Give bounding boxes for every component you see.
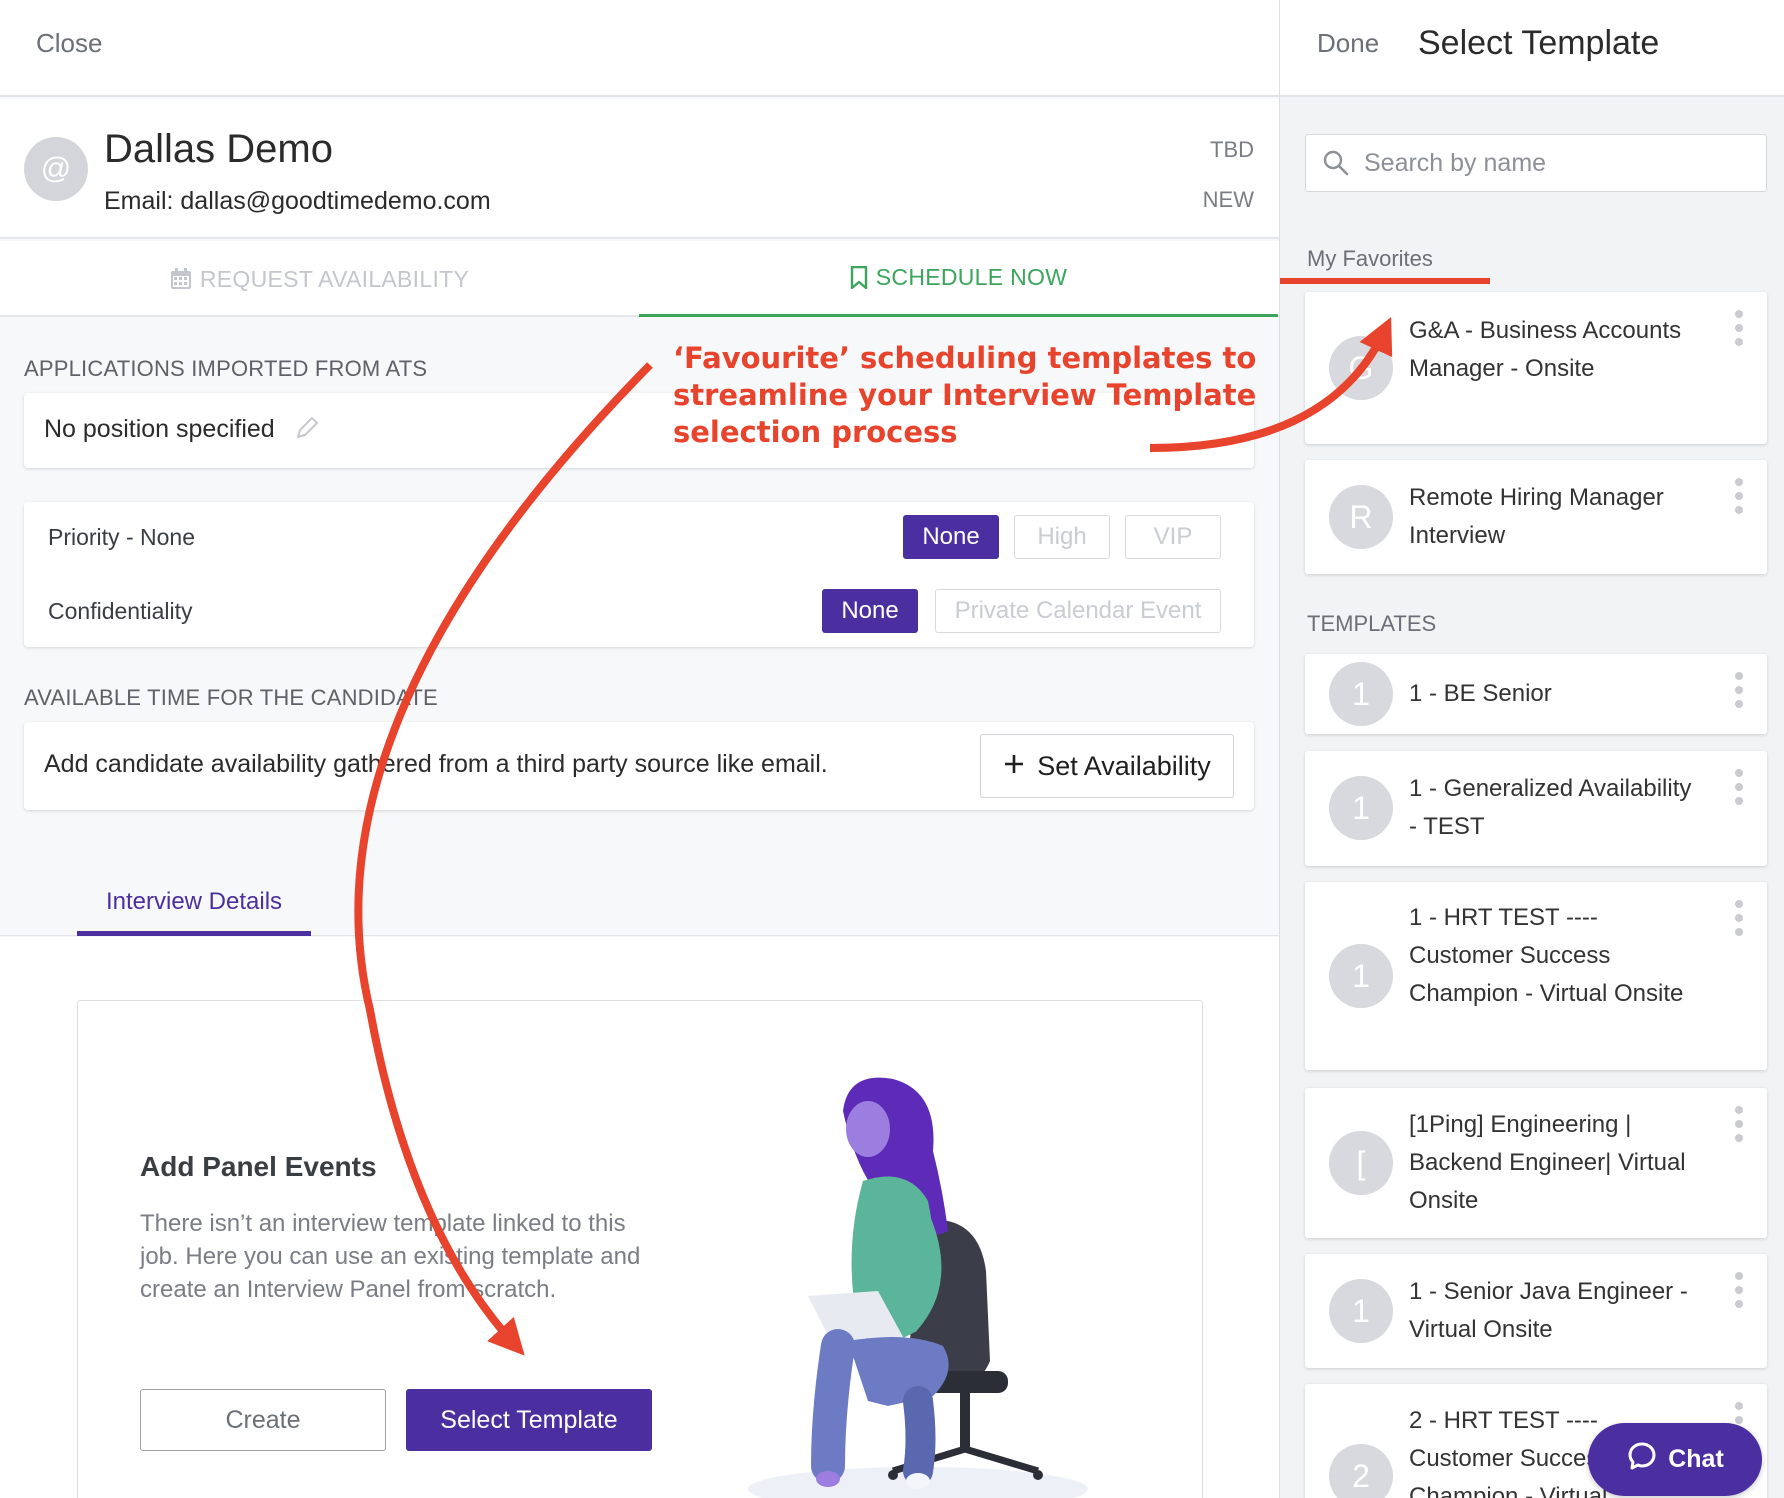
create-button[interactable]: Create [140,1389,386,1451]
kebab-menu-icon[interactable] [1733,478,1745,520]
tab-interview-details[interactable]: Interview Details [77,862,311,936]
priority-high-button[interactable]: High [1014,515,1110,559]
interview-tabs: Interview Details [0,862,1279,936]
panel-title: Add Panel Events [140,1151,377,1182]
template-name: 1 - Senior Java Engineer - Virtual Onsit… [1409,1278,1688,1343]
template-card[interactable]: 1 1 - BE Senior [1305,654,1767,734]
template-name: 1 - BE Senior [1409,680,1552,707]
confidentiality-none-button[interactable]: None [822,589,918,633]
template-card[interactable]: 1 1 - Generalized Availability - TEST [1305,751,1767,866]
template-name: Remote Hiring Manager Interview [1409,484,1664,549]
template-avatar: 1 [1329,662,1393,726]
chat-bubble-icon [1626,1440,1658,1479]
woman-with-laptop-illustration [748,1077,1088,1498]
availability-heading: AVAILABLE TIME FOR THE CANDIDATE [24,685,438,710]
candidate-status: NEW [1202,187,1254,212]
panel-description: There isn’t an interview template linked… [140,1210,641,1303]
tab-request-label: REQUEST AVAILABILITY [199,265,470,292]
template-card[interactable]: 1 1 - HRT TEST ---- Customer Success Cha… [1305,882,1767,1070]
template-card[interactable]: 1 1 - Senior Java Engineer - Virtual Ons… [1305,1254,1767,1368]
mode-tabs: REQUEST AVAILABILITY SCHEDULE NOW [0,241,1279,317]
plus-icon [1003,751,1025,782]
my-favorites-heading: My Favorites [1307,246,1433,271]
kebab-menu-icon[interactable] [1733,769,1745,811]
pencil-icon[interactable] [294,415,320,446]
template-picker-pane: Done Select Template My Favorites G G&A … [1279,0,1784,1498]
template-avatar: G [1329,336,1393,400]
tab-schedule-label: SCHEDULE NOW [875,264,1068,290]
priority-label: Priority - None [48,524,195,550]
top-bar: Close [0,0,1279,97]
search-input[interactable] [1364,143,1754,183]
template-name: [1Ping] Engineering | Backend Engineer| … [1409,1111,1686,1214]
applications-heading: APPLICATIONS IMPORTED FROM ATS [24,356,428,381]
set-availability-label: Set Availability [1037,750,1211,781]
template-avatar: R [1329,485,1393,549]
candidate-name: Dallas Demo [104,127,333,171]
template-avatar: 1 [1329,944,1393,1008]
done-link[interactable]: Done [1317,28,1379,59]
select-template-button[interactable]: Select Template [406,1389,652,1451]
kebab-menu-icon[interactable] [1733,900,1745,942]
favorite-template-card[interactable]: G G&A - Business Accounts Manager - Onsi… [1305,292,1767,444]
private-calendar-event-button[interactable]: Private Calendar Event [935,589,1221,633]
favorite-template-card[interactable]: R Remote Hiring Manager Interview [1305,460,1767,574]
confidentiality-label: Confidentiality [48,598,193,624]
template-avatar: 2 [1329,1444,1393,1498]
templates-heading: TEMPLATES [1307,611,1437,636]
template-search [1305,134,1767,192]
settings-card: Priority - None None High VIP Confidenti… [24,502,1254,647]
template-picker-header: Done Select Template [1280,0,1784,97]
kebab-menu-icon[interactable] [1733,1272,1745,1314]
position-text: No position specified [44,415,275,443]
chat-button[interactable]: Chat [1588,1423,1762,1496]
template-avatar: 1 [1329,776,1393,840]
close-link[interactable]: Close [36,28,102,59]
candidate-tbd: TBD [1210,137,1254,162]
tab-schedule-now[interactable]: SCHEDULE NOW [639,241,1278,317]
availability-card: Add candidate availability gathered from… [24,722,1254,810]
chat-label: Chat [1668,1445,1724,1473]
availability-text: Add candidate availability gathered from… [44,750,828,778]
set-availability-button[interactable]: Set Availability [980,734,1234,798]
kebab-menu-icon[interactable] [1733,672,1745,714]
add-panel-events-card: Add Panel Events There isn’t an intervie… [77,1000,1203,1498]
template-name: 1 - Generalized Availability - TEST [1409,775,1692,840]
candidate-avatar: @ [24,137,88,201]
candidate-header: @ Dallas Demo Email: dallas@goodtimedemo… [0,99,1279,239]
priority-vip-button[interactable]: VIP [1125,515,1221,559]
template-name: G&A - Business Accounts Manager - Onsite [1409,317,1682,382]
candidate-email: Email: dallas@goodtimedemo.com [104,187,491,215]
kebab-menu-icon[interactable] [1733,310,1745,352]
calendar-icon [170,268,192,290]
scheduler-pane: Close @ Dallas Demo Email: dallas@goodti… [0,0,1279,1498]
template-name: 1 - HRT TEST ---- Customer Success Champ… [1409,904,1684,1007]
template-picker-title: Select Template [1418,24,1660,62]
template-card[interactable]: [ [1Ping] Engineering | Backend Engineer… [1305,1088,1767,1238]
template-avatar: [ [1329,1131,1393,1195]
annotation-callout-text: ‘Favourite’ scheduling templates to stre… [673,341,1257,449]
search-icon [1322,149,1350,182]
favorites-highlight-underline [1280,278,1490,284]
tab-request-availability[interactable]: REQUEST AVAILABILITY [0,241,639,317]
bookmark-icon [850,265,868,290]
kebab-menu-icon[interactable] [1733,1106,1745,1148]
template-avatar: 1 [1329,1279,1393,1343]
priority-none-button[interactable]: None [903,515,999,559]
